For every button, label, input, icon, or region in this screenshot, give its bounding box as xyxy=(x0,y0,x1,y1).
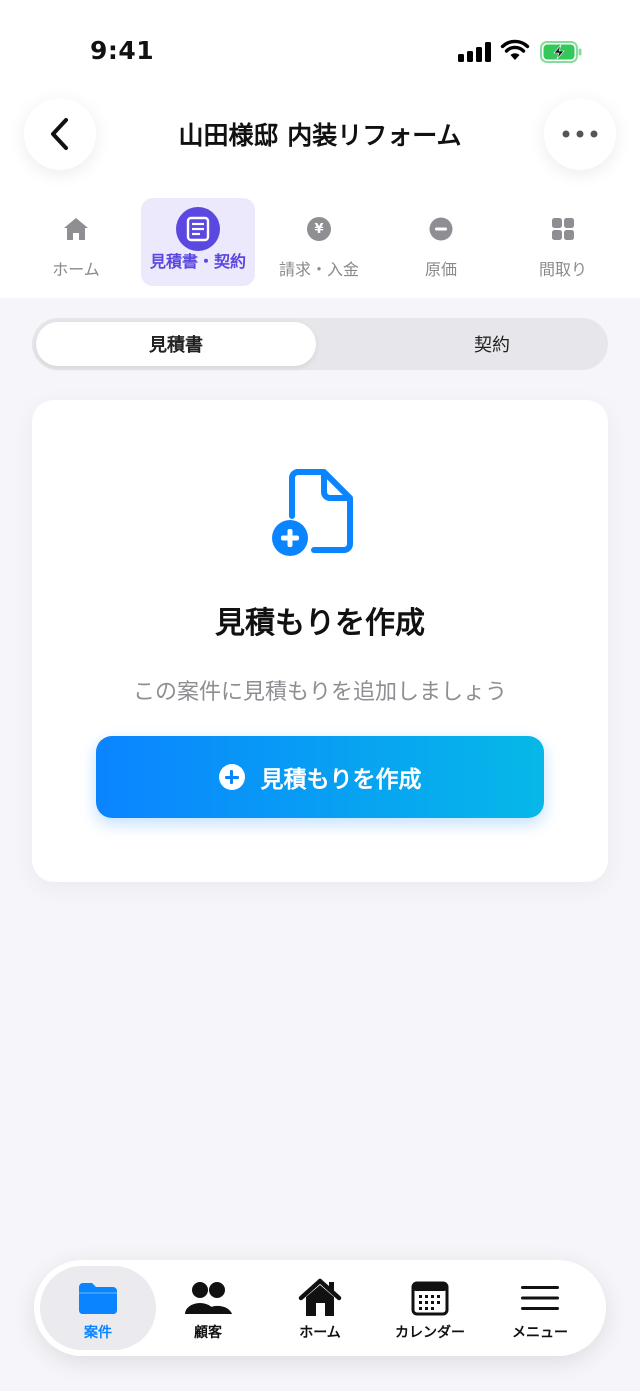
segment-contract[interactable]: 契約 xyxy=(354,322,630,366)
wifi-icon xyxy=(500,39,530,60)
house-icon xyxy=(298,1278,342,1316)
chevron-left-icon xyxy=(51,118,68,150)
nav-item-calendar-label: カレンダー xyxy=(395,1325,465,1341)
people-icon xyxy=(185,1282,232,1314)
nav-item-customers[interactable]: 顧客 xyxy=(152,1266,264,1350)
create-estimate-button-label: 見積もりを作成 xyxy=(260,767,422,793)
status-time: 9:41 xyxy=(90,36,155,65)
nav-item-menu-label: メニュー xyxy=(512,1325,568,1341)
tab-estimates-contracts[interactable]: 見積書・契約 xyxy=(141,198,255,286)
page-title: 山田様邸 内装リフォーム xyxy=(178,121,462,150)
nav-item-projects[interactable]: 案件 xyxy=(40,1266,156,1350)
tab-cost[interactable]: 原価 xyxy=(384,198,498,286)
minus-circle-icon xyxy=(429,217,453,241)
tab-billing-payment[interactable]: ¥ 請求・入金 xyxy=(262,198,376,286)
segment-estimate[interactable]: 見積書 xyxy=(36,322,316,366)
menu-icon xyxy=(521,1286,559,1310)
estimate-contract-segmented-control: 見積書 契約 xyxy=(32,318,608,370)
plus-circle-icon xyxy=(218,764,245,790)
tab-estimates-contracts-label: 見積書・契約 xyxy=(149,252,246,271)
nav-item-customers-label: 顧客 xyxy=(194,1325,222,1341)
nav-item-menu[interactable]: メニュー xyxy=(484,1266,596,1350)
calendar-icon xyxy=(411,1281,449,1316)
document-list-icon xyxy=(176,207,220,251)
tab-cost-label: 原価 xyxy=(424,260,457,279)
bottom-navigation-bar: 案件 顧客 ホーム カレンダー メニュー xyxy=(34,1260,606,1356)
ellipsis-icon xyxy=(562,130,598,138)
empty-state-title: 見積もりを作成 xyxy=(215,606,425,641)
battery-charging-icon xyxy=(540,41,582,63)
tab-billing-payment-label: 請求・入金 xyxy=(278,260,359,279)
document-plus-icon xyxy=(272,469,353,556)
cellular-signal-icon xyxy=(458,42,492,62)
grid-icon xyxy=(552,218,574,240)
tab-home[interactable]: ホーム xyxy=(19,198,133,286)
nav-item-home-label: ホーム xyxy=(299,1325,341,1341)
nav-item-calendar[interactable]: カレンダー xyxy=(374,1266,486,1350)
folder-icon xyxy=(79,1283,117,1315)
more-options-button[interactable] xyxy=(544,98,616,170)
nav-item-projects-label: 案件 xyxy=(84,1325,112,1341)
status-bar: 9:41 xyxy=(0,0,640,100)
empty-state-card: 見積もりを作成 この案件に見積もりを追加しましょう 見積もりを作成 xyxy=(32,400,608,882)
empty-state-subtitle: この案件に見積もりを追加しましょう xyxy=(132,680,507,705)
tab-home-label: ホーム xyxy=(52,260,100,279)
tab-floor-plan-label: 間取り xyxy=(538,260,587,279)
house-icon xyxy=(64,218,88,240)
nav-item-home[interactable]: ホーム xyxy=(264,1266,376,1350)
create-estimate-button[interactable]: 見積もりを作成 xyxy=(96,736,544,818)
tab-floor-plan[interactable]: 間取り xyxy=(506,198,620,286)
back-button[interactable] xyxy=(24,98,96,170)
yen-icon: ¥ xyxy=(307,217,331,241)
